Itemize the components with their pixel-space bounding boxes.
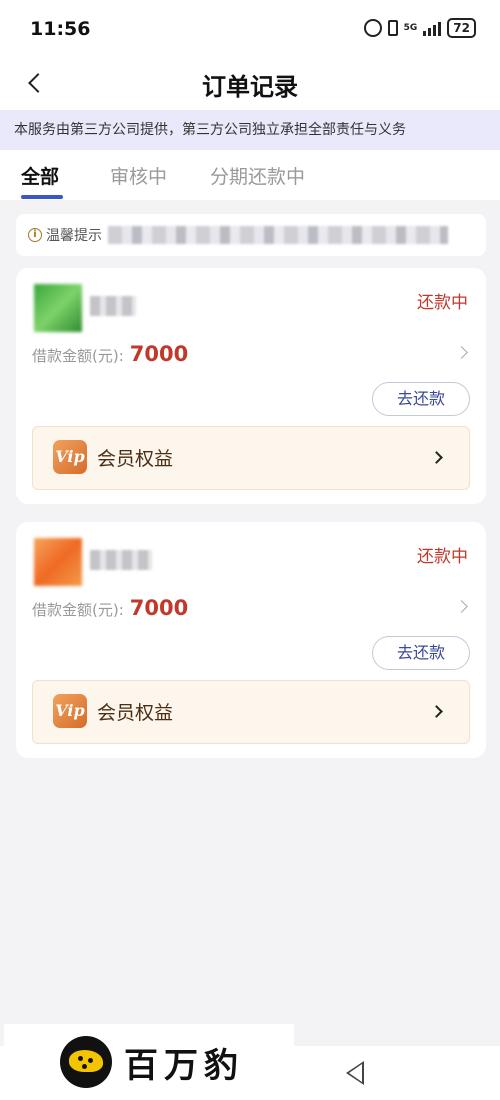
watermark: 百万豹	[4, 1024, 294, 1100]
network-type: 5G	[403, 22, 418, 33]
tip-title: 温馨提示	[46, 228, 102, 244]
lender-logo	[34, 284, 82, 332]
order-status: 还款中	[417, 547, 468, 567]
info-icon: i	[28, 228, 42, 242]
order-card[interactable]: 还款中 借款金额(元): 7000 去还款 Vip 会员权益	[16, 268, 486, 504]
loan-amount-value: 7000	[129, 596, 189, 620]
page-title: 订单记录	[202, 73, 298, 101]
third-party-notice: 本服务由第三方公司提供，第三方公司独立承担全部责任与义务	[0, 110, 500, 150]
chevron-right-icon[interactable]	[455, 346, 468, 359]
alarm-icon	[363, 19, 382, 37]
active-tab-indicator	[21, 195, 63, 199]
chevron-right-icon	[430, 705, 443, 718]
repay-button[interactable]: 去还款	[372, 382, 470, 416]
signal-icon	[423, 20, 442, 36]
loan-amount-value: 7000	[129, 342, 189, 366]
lender-name-redacted	[90, 550, 152, 570]
watermark-brand-name: 百万豹	[124, 1045, 244, 1086]
status-time: 11:56	[30, 18, 91, 40]
loan-amount-label: 借款金额(元):	[32, 347, 124, 365]
loan-amount-label: 借款金额(元):	[32, 601, 124, 619]
tip-content-redacted	[108, 226, 448, 244]
vip-benefits-bar[interactable]: Vip 会员权益	[32, 426, 470, 490]
vip-benefits-label: 会员权益	[97, 702, 174, 724]
back-triangle-icon[interactable]	[346, 1061, 364, 1085]
status-bar: 11:56 5G 72	[0, 0, 500, 58]
nav-bar: 订单记录	[0, 58, 500, 110]
loan-amount-row: 借款金额(元): 7000	[32, 342, 188, 366]
chevron-right-icon[interactable]	[455, 600, 468, 613]
loan-amount-row: 借款金额(元): 7000	[32, 596, 188, 620]
tab-under-review[interactable]: 审核中	[110, 162, 167, 189]
battery-icon: 72	[447, 18, 476, 38]
status-icons: 5G 72	[363, 18, 476, 38]
vip-benefits-bar[interactable]: Vip 会员权益	[32, 680, 470, 744]
leopard-logo-icon	[60, 1036, 112, 1088]
vip-benefits-label: 会员权益	[97, 448, 174, 470]
order-status: 还款中	[417, 293, 468, 313]
lender-logo	[34, 538, 82, 586]
tip-box: i 温馨提示	[16, 214, 486, 256]
vip-icon: Vip	[53, 440, 87, 474]
chevron-right-icon	[430, 451, 443, 464]
vip-icon: Vip	[53, 694, 87, 728]
lender-name-redacted	[90, 296, 136, 316]
tab-all[interactable]: 全部	[21, 162, 59, 189]
order-tabs: 全部 审核中 分期还款中	[0, 150, 500, 200]
order-card[interactable]: 还款中 借款金额(元): 7000 去还款 Vip 会员权益	[16, 522, 486, 758]
vibrate-icon	[387, 20, 398, 36]
tab-installment-repaying[interactable]: 分期还款中	[210, 162, 305, 189]
repay-button[interactable]: 去还款	[372, 636, 470, 670]
